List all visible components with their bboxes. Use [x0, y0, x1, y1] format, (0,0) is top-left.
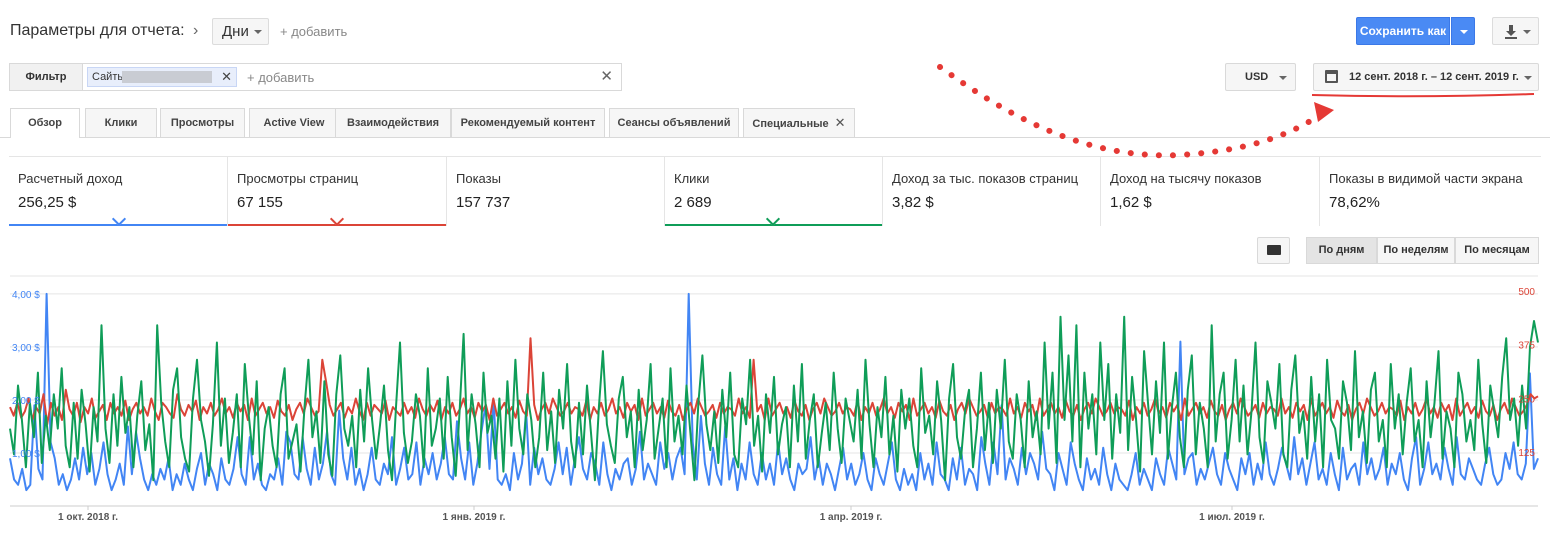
y-left-tick-label: 4,00 $: [12, 290, 40, 301]
add-filter-input[interactable]: + добавить: [247, 70, 314, 85]
y-right-tick-label: 250: [1518, 394, 1535, 405]
scorecard-impressions[interactable]: Показы 157 737: [447, 156, 665, 226]
tab-custom[interactable]: Специальные ✕: [743, 108, 855, 137]
scorecard-label: Доход за тыс. показов страниц: [892, 171, 1079, 186]
y-axis-labels: 1,00 $ 2,00 $ 3,00 $ 4,00 $ 125 250 375 500: [12, 287, 1535, 460]
tab-label: Специальные: [752, 118, 829, 130]
tab-ad-sessions[interactable]: Сеансы объявлений: [609, 108, 739, 137]
scorecard-value: 67 155: [237, 194, 283, 211]
filter-chip-label: Сайты: [92, 71, 126, 83]
x-tick-label: 1 янв. 2019 г.: [443, 512, 506, 523]
scorecard-label: Клики: [674, 171, 710, 186]
scorecard-impression-rpm[interactable]: Доход на тысячу показов 1,62 $: [1101, 156, 1320, 226]
scorecard-page-rpm[interactable]: Доход за тыс. показов страниц 3,82 $: [883, 156, 1101, 226]
filter-label: Фильтр: [10, 64, 83, 90]
tab-label: Рекомендуемый контент: [460, 117, 596, 129]
scorecard-label: Расчетный доход: [18, 171, 123, 186]
tab-label: Клики: [104, 117, 138, 129]
caret-down-icon: [254, 30, 262, 34]
scorecard-label: Просмотры страниц: [237, 171, 359, 186]
scorecard-label: Показы: [456, 171, 501, 186]
caret-down-icon: [1523, 30, 1531, 34]
download-button[interactable]: [1492, 17, 1539, 45]
series-line-2: [9, 315, 1539, 482]
x-tick-label: 1 апр. 2019 г.: [820, 512, 883, 523]
x-tick-label: 1 окт. 2018 г.: [58, 512, 118, 523]
tab-label: Взаимодействия: [346, 117, 440, 129]
line-chart: 1,00 $ 2,00 $ 3,00 $ 4,00 $ 125 250 375 500 1 о…: [9, 275, 1539, 523]
x-axis-labels: 1 окт. 2018 г. 1 янв. 2019 г. 1 апр. 2019 …: [58, 512, 1265, 523]
tab-label: Обзор: [28, 117, 62, 129]
clear-filter-icon[interactable]: ✕: [600, 67, 613, 85]
tab-active-view[interactable]: Active View: [249, 108, 339, 137]
currency-value: USD: [1245, 71, 1269, 83]
granularity-dropdown[interactable]: Дни: [212, 18, 269, 45]
add-dimension-link[interactable]: + добавить: [280, 24, 347, 39]
y-left-tick-label: 1,00 $: [12, 449, 40, 460]
scorecard-label: Доход на тысячу показов: [1110, 171, 1262, 186]
scorecard-value: 78,62%: [1329, 194, 1380, 211]
remove-chip-icon[interactable]: ✕: [221, 68, 232, 86]
caret-down-icon: [1524, 76, 1532, 80]
scorecard-label: Показы в видимой части экрана: [1329, 171, 1523, 186]
scorecard-viewability[interactable]: Показы в видимой части экрана 78,62%: [1320, 156, 1541, 226]
download-icon: [1505, 25, 1517, 39]
tab-label: Active View: [263, 117, 325, 129]
report-params-label: Параметры для отчета:: [10, 22, 185, 39]
tab-label: Просмотры: [170, 117, 235, 129]
save-options-dropdown[interactable]: [1451, 17, 1475, 45]
scorecard-value: 256,25 $: [18, 194, 77, 211]
granularity-week[interactable]: По неделям: [1377, 237, 1455, 264]
filter-bar: Фильтр Сайты ✕ + добавить ✕: [9, 63, 622, 91]
filter-chip-sites[interactable]: Сайты ✕: [87, 67, 237, 87]
date-range-value: 12 сент. 2018 г. – 12 сент. 2019 г.: [1349, 71, 1519, 83]
tab-recommended-content[interactable]: Рекомендуемый контент: [451, 108, 605, 137]
y-right-tick-label: 375: [1518, 341, 1535, 352]
scorecard-value: 3,82 $: [892, 194, 934, 211]
chart-lines: [9, 292, 1539, 492]
scorecard-clicks[interactable]: Клики 2 689: [665, 156, 883, 227]
comment-icon: [1267, 245, 1281, 255]
calendar-icon: [1325, 70, 1338, 83]
tab-clicks[interactable]: Клики: [85, 108, 157, 137]
scorecard-value: 1,62 $: [1110, 194, 1152, 211]
tab-interactions[interactable]: Взаимодействия: [335, 108, 451, 137]
scorecard-value: 2 689: [674, 194, 712, 211]
caret-down-icon: [1460, 30, 1468, 34]
granularity-month[interactable]: По месяцам: [1455, 237, 1539, 264]
date-range-picker[interactable]: 12 сент. 2018 г. – 12 сент. 2019 г.: [1313, 63, 1539, 91]
tab-views[interactable]: Просмотры: [160, 108, 245, 137]
scorecard-pageviews[interactable]: Просмотры страниц 67 155: [228, 156, 447, 227]
currency-dropdown[interactable]: USD: [1225, 63, 1296, 91]
y-left-tick-label: 2,00 $: [12, 396, 40, 407]
close-tab-icon[interactable]: ✕: [835, 115, 846, 130]
annotations-button[interactable]: [1257, 237, 1290, 264]
scorecard-revenue[interactable]: Расчетный доход 256,25 $: [9, 156, 228, 227]
granularity-value: Дни: [222, 23, 249, 40]
scorecard-value: 157 737: [456, 194, 511, 211]
caret-down-icon: [1279, 76, 1287, 80]
granularity-day[interactable]: По дням: [1306, 237, 1377, 264]
y-right-tick-label: 500: [1518, 287, 1535, 298]
x-tick-label: 1 июл. 2019 г.: [1199, 512, 1265, 523]
y-right-tick-label: 125: [1518, 448, 1535, 459]
tab-label: Сеансы объявлений: [617, 117, 731, 129]
save-as-button[interactable]: Сохранить как: [1356, 17, 1450, 45]
y-left-tick-label: 3,00 $: [12, 343, 40, 354]
chevron-right-icon: ›: [193, 22, 199, 39]
tab-overview[interactable]: Обзор: [10, 108, 80, 138]
redacted-block: [122, 71, 212, 83]
